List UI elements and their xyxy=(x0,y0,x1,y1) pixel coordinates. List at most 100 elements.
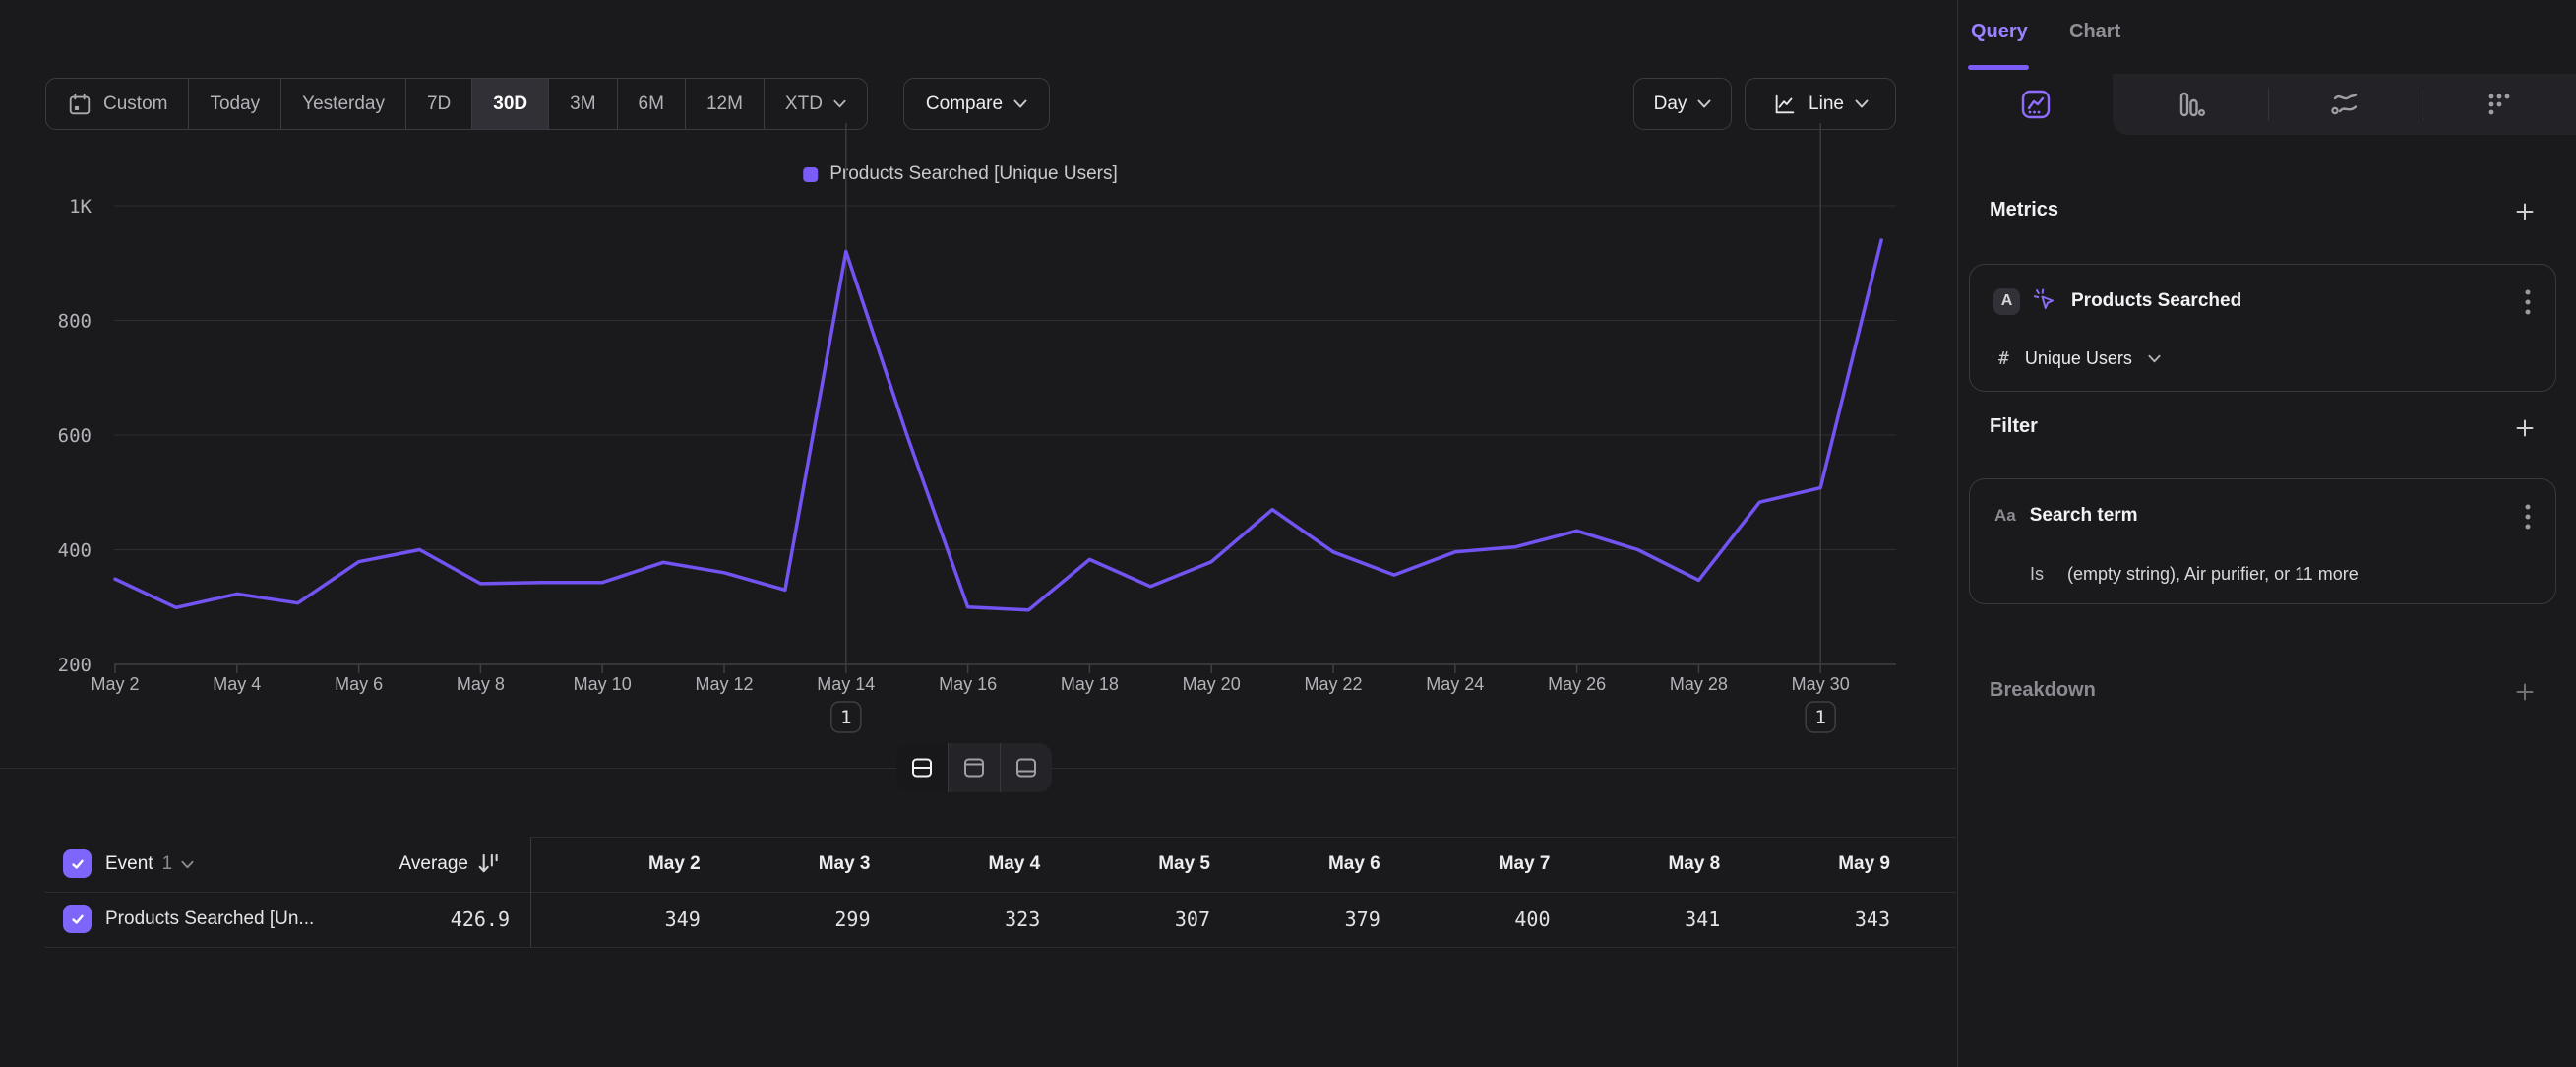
add-breakdown-button[interactable] xyxy=(2512,679,2538,705)
query-sidebar: Query Chart Metrics A Products Searched … xyxy=(1957,0,2576,1067)
date-column-headers: May 2May 3 May 4 May 5 May 6 May 7May 8 May 9 xyxy=(530,837,1890,892)
metrics-section-title: Metrics xyxy=(1990,199,2058,221)
date-column-header[interactable]: May 3 xyxy=(701,837,871,892)
main-panel: CustomTodayYesterday7D30D3M6M12MXTD Comp… xyxy=(0,0,1956,1067)
tab-query[interactable]: Query xyxy=(1971,21,2028,43)
x-axis-label: May 8 xyxy=(457,674,505,694)
insights-tab-icon xyxy=(2019,88,2053,121)
x-axis-label: May 30 xyxy=(1792,674,1850,694)
average-column-header[interactable]: Average xyxy=(0,837,500,892)
date-column-label: May 2 xyxy=(648,853,701,875)
table-value-cell: 307 xyxy=(1040,892,1210,947)
view-tab-insights[interactable] xyxy=(1958,74,2113,135)
date-column-header[interactable]: May 5 xyxy=(1040,837,1210,892)
x-axis-label: May 16 xyxy=(939,674,997,694)
date-column-header[interactable]: May 7 xyxy=(1380,837,1551,892)
plus-icon xyxy=(2513,416,2537,440)
table-value-cell: 323 xyxy=(871,892,1041,947)
layout-split-view-button[interactable] xyxy=(896,743,948,792)
date-value-cells: 349299323307379400341343 xyxy=(530,892,1890,947)
date-column-header[interactable]: May 9 xyxy=(1720,837,1890,892)
date-range-label: Custom xyxy=(103,94,167,115)
metric-card[interactable]: A Products Searched # Unique Users xyxy=(1969,264,2556,392)
x-axis-label: May 22 xyxy=(1304,674,1362,694)
breakdown-section-title: Breakdown xyxy=(1990,679,2096,702)
annotation-marker-label: 1 xyxy=(1814,707,1825,728)
aggregation-selector[interactable]: # Unique Users xyxy=(1998,342,2161,375)
date-range-label: Yesterday xyxy=(302,94,385,115)
layout-chart-only-button[interactable] xyxy=(948,743,1000,792)
date-column-label: May 6 xyxy=(1328,853,1380,875)
layout-table-only-button[interactable] xyxy=(1000,743,1052,792)
sort-descending-icon xyxy=(477,852,500,877)
x-axis-label: May 20 xyxy=(1183,674,1241,694)
chart-type-label: Line xyxy=(1809,94,1844,115)
series-line xyxy=(115,240,1881,610)
kebab-icon xyxy=(2525,504,2531,530)
x-axis-label: May 28 xyxy=(1670,674,1728,694)
chart-svg: 1K800600400200May 2May 4May 6May 8May 10… xyxy=(0,118,1956,758)
split-view-icon xyxy=(909,755,935,781)
filter-menu-button[interactable] xyxy=(2524,503,2532,531)
date-range-label: Today xyxy=(210,94,260,115)
metric-letter-badge: A xyxy=(1993,288,2020,315)
x-axis-label: May 26 xyxy=(1548,674,1606,694)
plus-icon xyxy=(2513,680,2537,704)
y-axis-label: 1K xyxy=(69,196,92,218)
table-only-icon xyxy=(1013,755,1039,781)
x-axis-label: May 14 xyxy=(817,674,875,694)
date-column-label: May 5 xyxy=(1158,853,1210,875)
date-column-label: May 7 xyxy=(1499,853,1551,875)
x-axis-label: May 12 xyxy=(695,674,753,694)
event-click-icon xyxy=(2032,287,2059,315)
retention-tab-icon xyxy=(2483,88,2516,121)
x-axis-label: May 18 xyxy=(1061,674,1119,694)
date-column-header[interactable]: May 6 xyxy=(1210,837,1380,892)
y-axis-label: 400 xyxy=(58,540,92,562)
date-range-label: 6M xyxy=(639,94,664,115)
table-value-cell: 341 xyxy=(1551,892,1721,947)
average-label: Average xyxy=(399,853,468,875)
date-column-header[interactable]: May 2 xyxy=(530,837,701,892)
x-axis-label: May 2 xyxy=(91,674,139,694)
granularity-label: Day xyxy=(1654,94,1687,115)
funnels-tab-icon xyxy=(2174,88,2207,121)
filter-operator: Is xyxy=(2030,564,2044,585)
view-tab-flows[interactable] xyxy=(2268,74,2423,135)
add-metric-button[interactable] xyxy=(2512,199,2538,224)
tab-separator xyxy=(2268,88,2269,121)
filter-condition[interactable]: Is (empty string), Air purifier, or 11 m… xyxy=(2030,557,2359,591)
table-value-cell: 343 xyxy=(1720,892,1890,947)
view-tab-retention[interactable] xyxy=(2423,74,2576,135)
date-column-header[interactable]: May 4 xyxy=(871,837,1041,892)
view-tab-funnels[interactable] xyxy=(2113,74,2267,135)
date-range-label: XTD xyxy=(785,94,823,115)
x-axis-label: May 24 xyxy=(1426,674,1484,694)
date-column-header[interactable]: May 8 xyxy=(1551,837,1721,892)
x-axis-label: May 10 xyxy=(574,674,632,694)
aggregation-label: Unique Users xyxy=(2025,348,2132,369)
table-value-cell: 349 xyxy=(530,892,701,947)
chart-only-icon xyxy=(961,755,987,781)
chevron-down-icon xyxy=(1855,99,1869,108)
active-tab-underline xyxy=(1968,65,2029,70)
table-value-cell: 400 xyxy=(1380,892,1551,947)
filter-card[interactable]: Aa Search term Is (empty string), Air pu… xyxy=(1969,478,2556,604)
metric-menu-button[interactable] xyxy=(2524,288,2532,316)
chevron-down-icon xyxy=(833,99,846,108)
date-column-label: May 4 xyxy=(988,853,1040,875)
date-column-label: May 9 xyxy=(1838,853,1890,875)
layout-toggle xyxy=(896,743,1052,792)
filter-section-title: Filter xyxy=(1990,415,2038,438)
table-value-cell: 299 xyxy=(701,892,871,947)
x-axis-label: May 4 xyxy=(213,674,261,694)
calendar-icon xyxy=(67,92,92,117)
date-range-label: 30D xyxy=(493,94,527,115)
date-range-label: 7D xyxy=(427,94,451,115)
table-header-row: Event 1 Average May 2May 3May 4May 5May … xyxy=(0,837,1956,892)
metric-name: Products Searched xyxy=(2071,290,2241,312)
add-filter-button[interactable] xyxy=(2512,415,2538,441)
tab-chart[interactable]: Chart xyxy=(2069,21,2120,43)
chevron-down-icon xyxy=(2148,354,2161,363)
date-range-label: 3M xyxy=(570,94,595,115)
